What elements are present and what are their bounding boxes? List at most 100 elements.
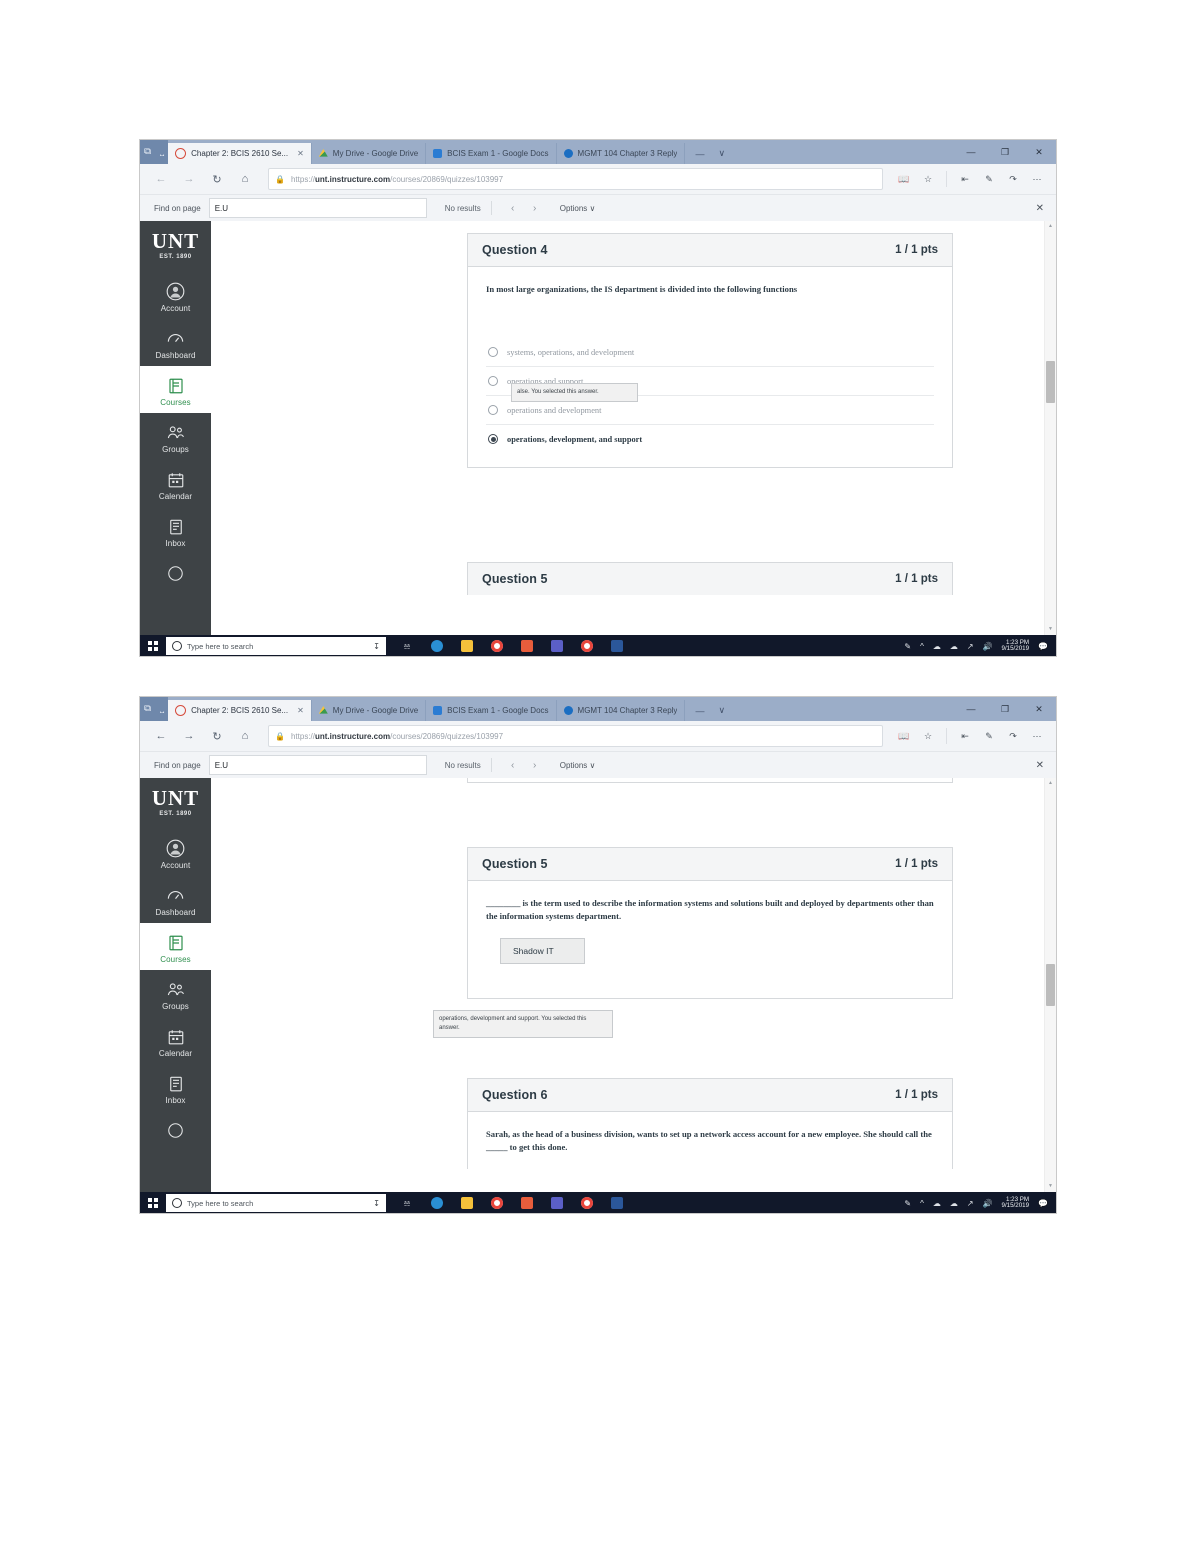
notes-icon[interactable]: ✎: [978, 168, 1000, 190]
sidebar-item-groups[interactable]: Groups: [140, 970, 211, 1017]
action-center-icon[interactable]: 💬: [1038, 1199, 1048, 1208]
find-options-button[interactable]: Options ∨: [560, 761, 596, 770]
vertical-scrollbar[interactable]: ▲ ▼: [1044, 221, 1056, 635]
url-input[interactable]: 🔒 https://unt.instructure.com/courses/20…: [268, 168, 883, 190]
sidebar-item-courses[interactable]: Courses: [140, 923, 211, 970]
maximize-button[interactable]: ❐: [988, 140, 1022, 164]
sidebar-item-dashboard[interactable]: Dashboard: [140, 319, 211, 366]
refresh-icon[interactable]: ↻: [204, 168, 230, 190]
browser-tab-3[interactable]: BCIS Exam 1 - Google Docs: [426, 700, 557, 721]
browser-tab-1[interactable]: Chapter 2: BCIS 2610 Se... ✕: [168, 143, 312, 164]
volume-icon[interactable]: 🔊: [983, 642, 993, 651]
close-icon[interactable]: ✕: [293, 706, 304, 715]
sidebar-item-help[interactable]: [140, 1111, 211, 1149]
browser-tab-2[interactable]: My Drive - Google Drive: [312, 700, 427, 721]
find-prev-icon[interactable]: ‹: [502, 760, 524, 771]
file-explorer-icon[interactable]: [452, 1192, 482, 1213]
onedrive-icon[interactable]: ☁: [933, 1199, 941, 1208]
scroll-up-icon[interactable]: ▲: [1045, 221, 1056, 232]
window-left-controls[interactable]: ⧉ ⎵: [140, 697, 169, 721]
favorites-hub-icon[interactable]: ⇤: [954, 168, 976, 190]
browser-tab-2[interactable]: My Drive - Google Drive: [312, 143, 427, 164]
sidebar-item-dashboard[interactable]: Dashboard: [140, 876, 211, 923]
maximize-button[interactable]: ❐: [988, 697, 1022, 721]
search-input[interactable]: Type here to search ↧: [166, 637, 386, 655]
radio-icon[interactable]: [488, 347, 498, 358]
chrome-icon-2[interactable]: [572, 635, 602, 656]
show-hidden-icons-icon[interactable]: ^: [920, 642, 924, 651]
find-options-button[interactable]: Options ∨: [560, 204, 596, 213]
close-icon[interactable]: ✕: [293, 149, 304, 158]
windows-start-icon[interactable]: [140, 1192, 166, 1213]
word-icon[interactable]: [602, 1192, 632, 1213]
find-prev-icon[interactable]: ‹: [502, 203, 524, 214]
answer-option-selected[interactable]: operations, development, and support: [486, 425, 934, 453]
notes-app-icon[interactable]: [512, 635, 542, 656]
sidebar-item-calendar[interactable]: Calendar: [140, 1017, 211, 1064]
forward-icon[interactable]: →: [176, 725, 202, 747]
find-close-icon[interactable]: ✕: [1036, 760, 1050, 771]
refresh-icon[interactable]: ↻: [204, 725, 230, 747]
find-next-icon[interactable]: ›: [524, 760, 546, 771]
radio-icon-selected[interactable]: [488, 434, 498, 445]
chrome-icon-2[interactable]: [572, 1192, 602, 1213]
find-close-icon[interactable]: ✕: [1036, 203, 1050, 214]
sidebar-item-groups[interactable]: Groups: [140, 413, 211, 460]
url-input[interactable]: 🔒 https://unt.instructure.com/courses/20…: [268, 725, 883, 747]
scrollbar-thumb[interactable]: [1046, 964, 1055, 1006]
scrollbar-thumb[interactable]: [1046, 361, 1055, 403]
reading-view-icon[interactable]: 📖: [893, 725, 915, 747]
home-icon[interactable]: ⌂: [232, 168, 258, 190]
file-explorer-icon[interactable]: [452, 635, 482, 656]
reading-view-icon[interactable]: 📖: [893, 168, 915, 190]
more-settings-icon[interactable]: ⋯: [1026, 168, 1048, 190]
chrome-icon[interactable]: [482, 635, 512, 656]
forward-icon[interactable]: →: [176, 168, 202, 190]
sidebar-item-inbox[interactable]: Inbox: [140, 1064, 211, 1111]
tab-menu-icon[interactable]: ∨: [718, 705, 725, 716]
scroll-down-icon[interactable]: ▼: [1045, 624, 1056, 635]
pen-icon[interactable]: ✎: [904, 1199, 911, 1208]
restore-icon[interactable]: ⧉: [144, 704, 151, 714]
share-icon[interactable]: ↷: [1002, 725, 1024, 747]
network-icon[interactable]: ↗: [967, 642, 974, 651]
sidebar-item-inbox[interactable]: Inbox: [140, 507, 211, 554]
task-view-icon[interactable]: ⎂: [392, 1192, 422, 1213]
scroll-down-icon[interactable]: ▼: [1045, 1181, 1056, 1192]
microphone-icon[interactable]: ↧: [373, 642, 380, 651]
notes-icon[interactable]: ✎: [978, 725, 1000, 747]
microphone-icon[interactable]: ↧: [373, 1199, 380, 1208]
favorites-hub-icon[interactable]: ⇤: [954, 725, 976, 747]
radio-icon[interactable]: [488, 405, 498, 416]
sidebar-item-calendar[interactable]: Calendar: [140, 460, 211, 507]
minimize-button[interactable]: —: [954, 140, 988, 164]
sidebar-item-help[interactable]: [140, 554, 211, 592]
onedrive-icon[interactable]: ☁: [933, 642, 941, 651]
new-tab-icon[interactable]: ⎵: [160, 147, 164, 157]
chrome-icon[interactable]: [482, 1192, 512, 1213]
cloud-icon[interactable]: ☁: [950, 1199, 958, 1208]
edge-icon[interactable]: [422, 1192, 452, 1213]
sidebar-item-account[interactable]: Account: [140, 829, 211, 876]
minimize-tabs-icon[interactable]: —: [695, 706, 704, 716]
search-input[interactable]: Type here to search ↧: [166, 1194, 386, 1212]
restore-icon[interactable]: ⧉: [144, 147, 151, 157]
word-icon[interactable]: [602, 635, 632, 656]
volume-icon[interactable]: 🔊: [983, 1199, 993, 1208]
task-view-icon[interactable]: ⎂: [392, 635, 422, 656]
vertical-scrollbar[interactable]: ▲ ▼: [1044, 778, 1056, 1192]
browser-tab-4[interactable]: MGMT 104 Chapter 3 Reply: [557, 143, 686, 164]
home-icon[interactable]: ⌂: [232, 725, 258, 747]
radio-icon[interactable]: [488, 376, 498, 387]
close-window-button[interactable]: ✕: [1022, 140, 1056, 164]
scroll-up-icon[interactable]: ▲: [1045, 778, 1056, 789]
find-next-icon[interactable]: ›: [524, 203, 546, 214]
find-input[interactable]: E.U: [208, 198, 427, 218]
favorite-star-icon[interactable]: ☆: [917, 168, 939, 190]
browser-tab-1[interactable]: Chapter 2: BCIS 2610 Se... ✕: [168, 700, 312, 721]
minimize-tabs-icon[interactable]: —: [695, 149, 704, 159]
answer-option[interactable]: systems, operations, and development: [486, 338, 934, 368]
minimize-button[interactable]: —: [954, 697, 988, 721]
share-icon[interactable]: ↷: [1002, 168, 1024, 190]
teams-icon[interactable]: [542, 635, 572, 656]
